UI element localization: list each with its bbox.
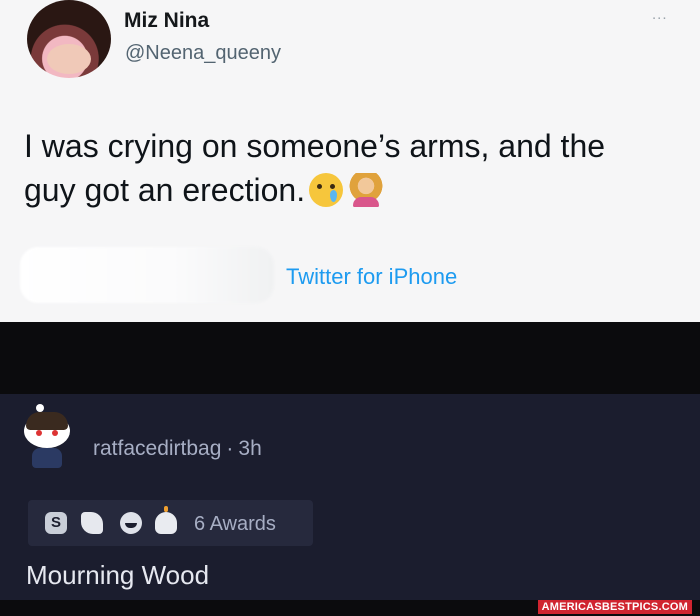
user-avatar-icon[interactable] <box>16 404 78 470</box>
cake-award-icon <box>155 506 177 534</box>
woman-facepalming-icon <box>349 173 384 207</box>
redacted-timestamp <box>20 247 274 303</box>
awards-count: 6 Awards <box>194 513 276 535</box>
user-handle[interactable]: @Neena_queeny <box>125 42 281 65</box>
profile-avatar[interactable] <box>27 0 111 78</box>
reddit-comment: ratfacedirtbag · 3h S 6 Awards Mourning Wo… <box>0 394 700 600</box>
display-name[interactable]: Miz Nina <box>124 9 209 33</box>
tweet-card: Miz Nina @Neena_queeny ... I was crying … <box>0 0 700 322</box>
meta-separator: · <box>226 437 234 460</box>
comment-body: Mourning Wood <box>26 560 210 590</box>
wholesome-award-icon <box>81 512 103 534</box>
tweet-source-link[interactable]: Twitter for iPhone <box>286 264 457 290</box>
comment-username[interactable]: ratfacedirtbag <box>93 437 221 460</box>
divider-band <box>0 322 700 394</box>
tweet-text: I was crying on someone’s arms, and the … <box>24 124 664 212</box>
comment-meta: ratfacedirtbag · 3h <box>93 437 262 461</box>
site-watermark: AMERICASBESTPICS.COM <box>537 600 692 614</box>
crying-face-icon <box>309 173 344 207</box>
silver-award-icon: S <box>45 512 67 534</box>
more-options-icon[interactable]: ... <box>652 6 668 23</box>
comment-age: 3h <box>238 437 262 460</box>
awards-bar[interactable]: S 6 Awards <box>28 500 313 546</box>
haha-award-icon <box>120 512 142 534</box>
